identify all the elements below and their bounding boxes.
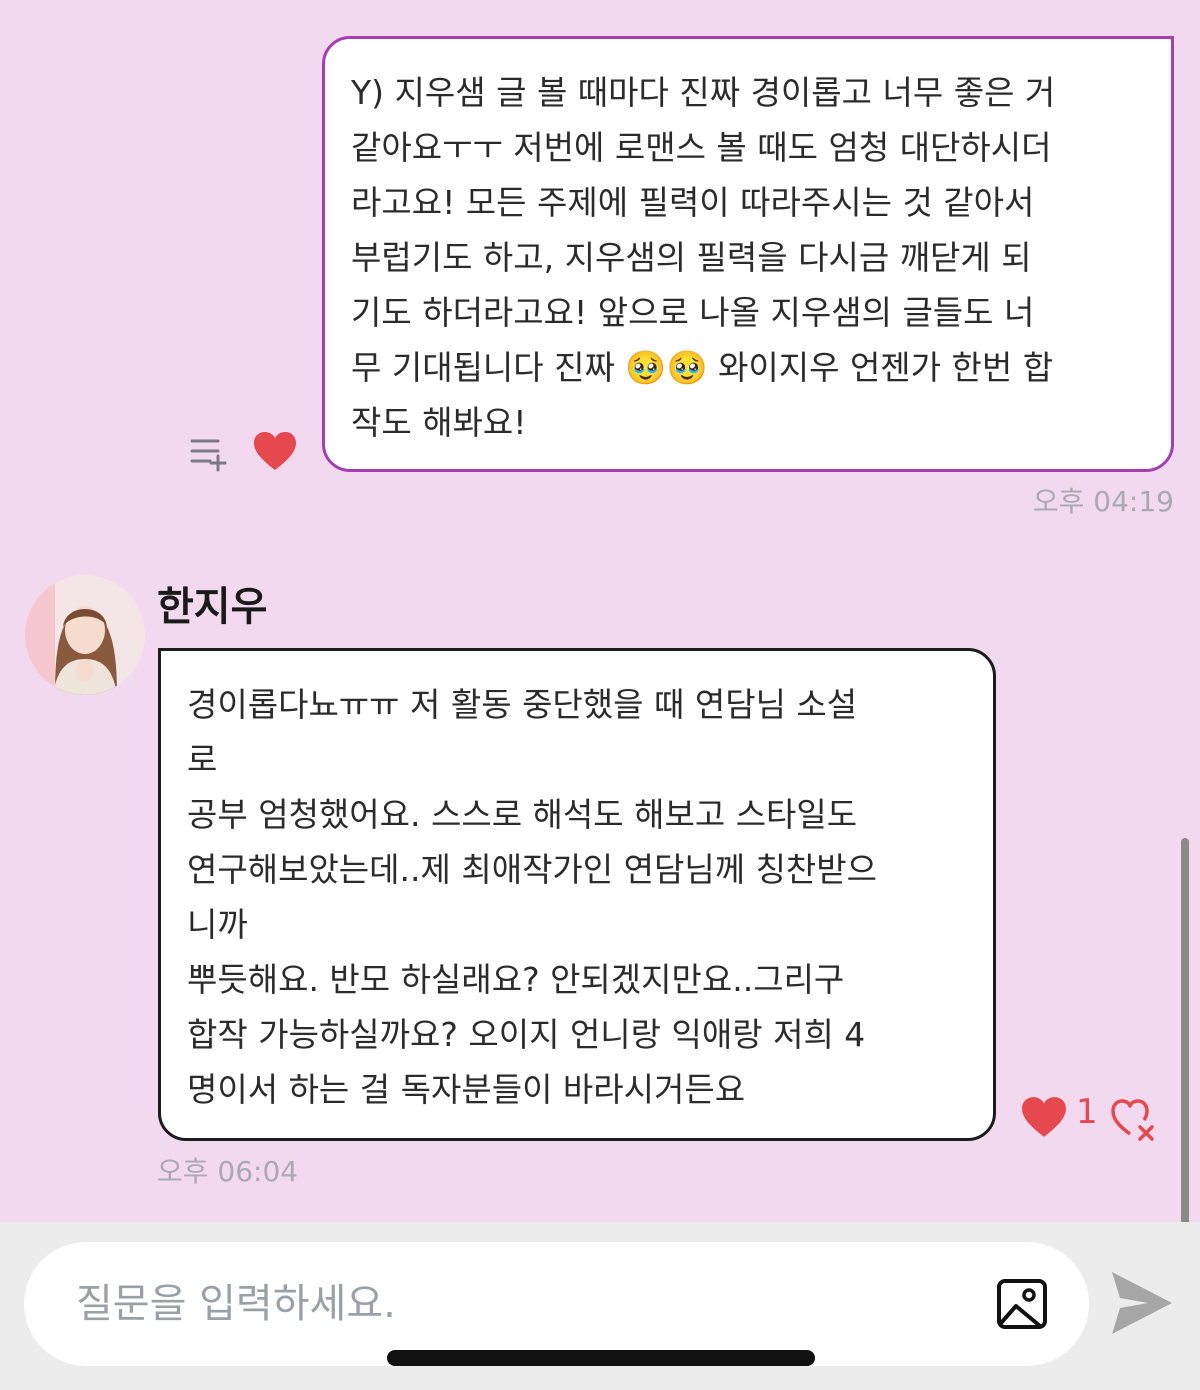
scrollbar[interactable] [1181, 838, 1189, 1230]
chat-area: Y) 지우샘 글 볼 때마다 진짜 경이롭고 너무 좋은 거 같아요ㅜㅜ 저번에… [0, 0, 1200, 1230]
incoming-message-bubble[interactable]: 경이롭다뇨ㅠㅠ 저 활동 중단했을 때 연담님 소설 로 공부 엄청했어요. 스… [158, 648, 996, 1141]
memo-add-icon[interactable] [188, 434, 228, 474]
outgoing-message-bubble[interactable]: Y) 지우샘 글 볼 때마다 진짜 경이롭고 너무 좋은 거 같아요ㅜㅜ 저번에… [322, 36, 1174, 472]
like-count: 1 [1076, 1092, 1098, 1132]
heart-icon[interactable] [1020, 1095, 1068, 1139]
send-button[interactable] [1110, 1270, 1174, 1336]
incoming-timestamp: 오후 06:04 [157, 1155, 299, 1188]
message-input-box[interactable] [24, 1242, 1089, 1366]
heart-icon[interactable] [252, 430, 298, 472]
image-icon[interactable] [996, 1278, 1048, 1330]
outgoing-timestamp: 오후 04:19 [1032, 485, 1174, 518]
avatar[interactable] [25, 575, 145, 695]
heart-add-icon[interactable] [1110, 1096, 1156, 1142]
message-input[interactable] [74, 1270, 978, 1338]
home-indicator [387, 1350, 815, 1366]
sender-name: 한지우 [157, 584, 268, 630]
